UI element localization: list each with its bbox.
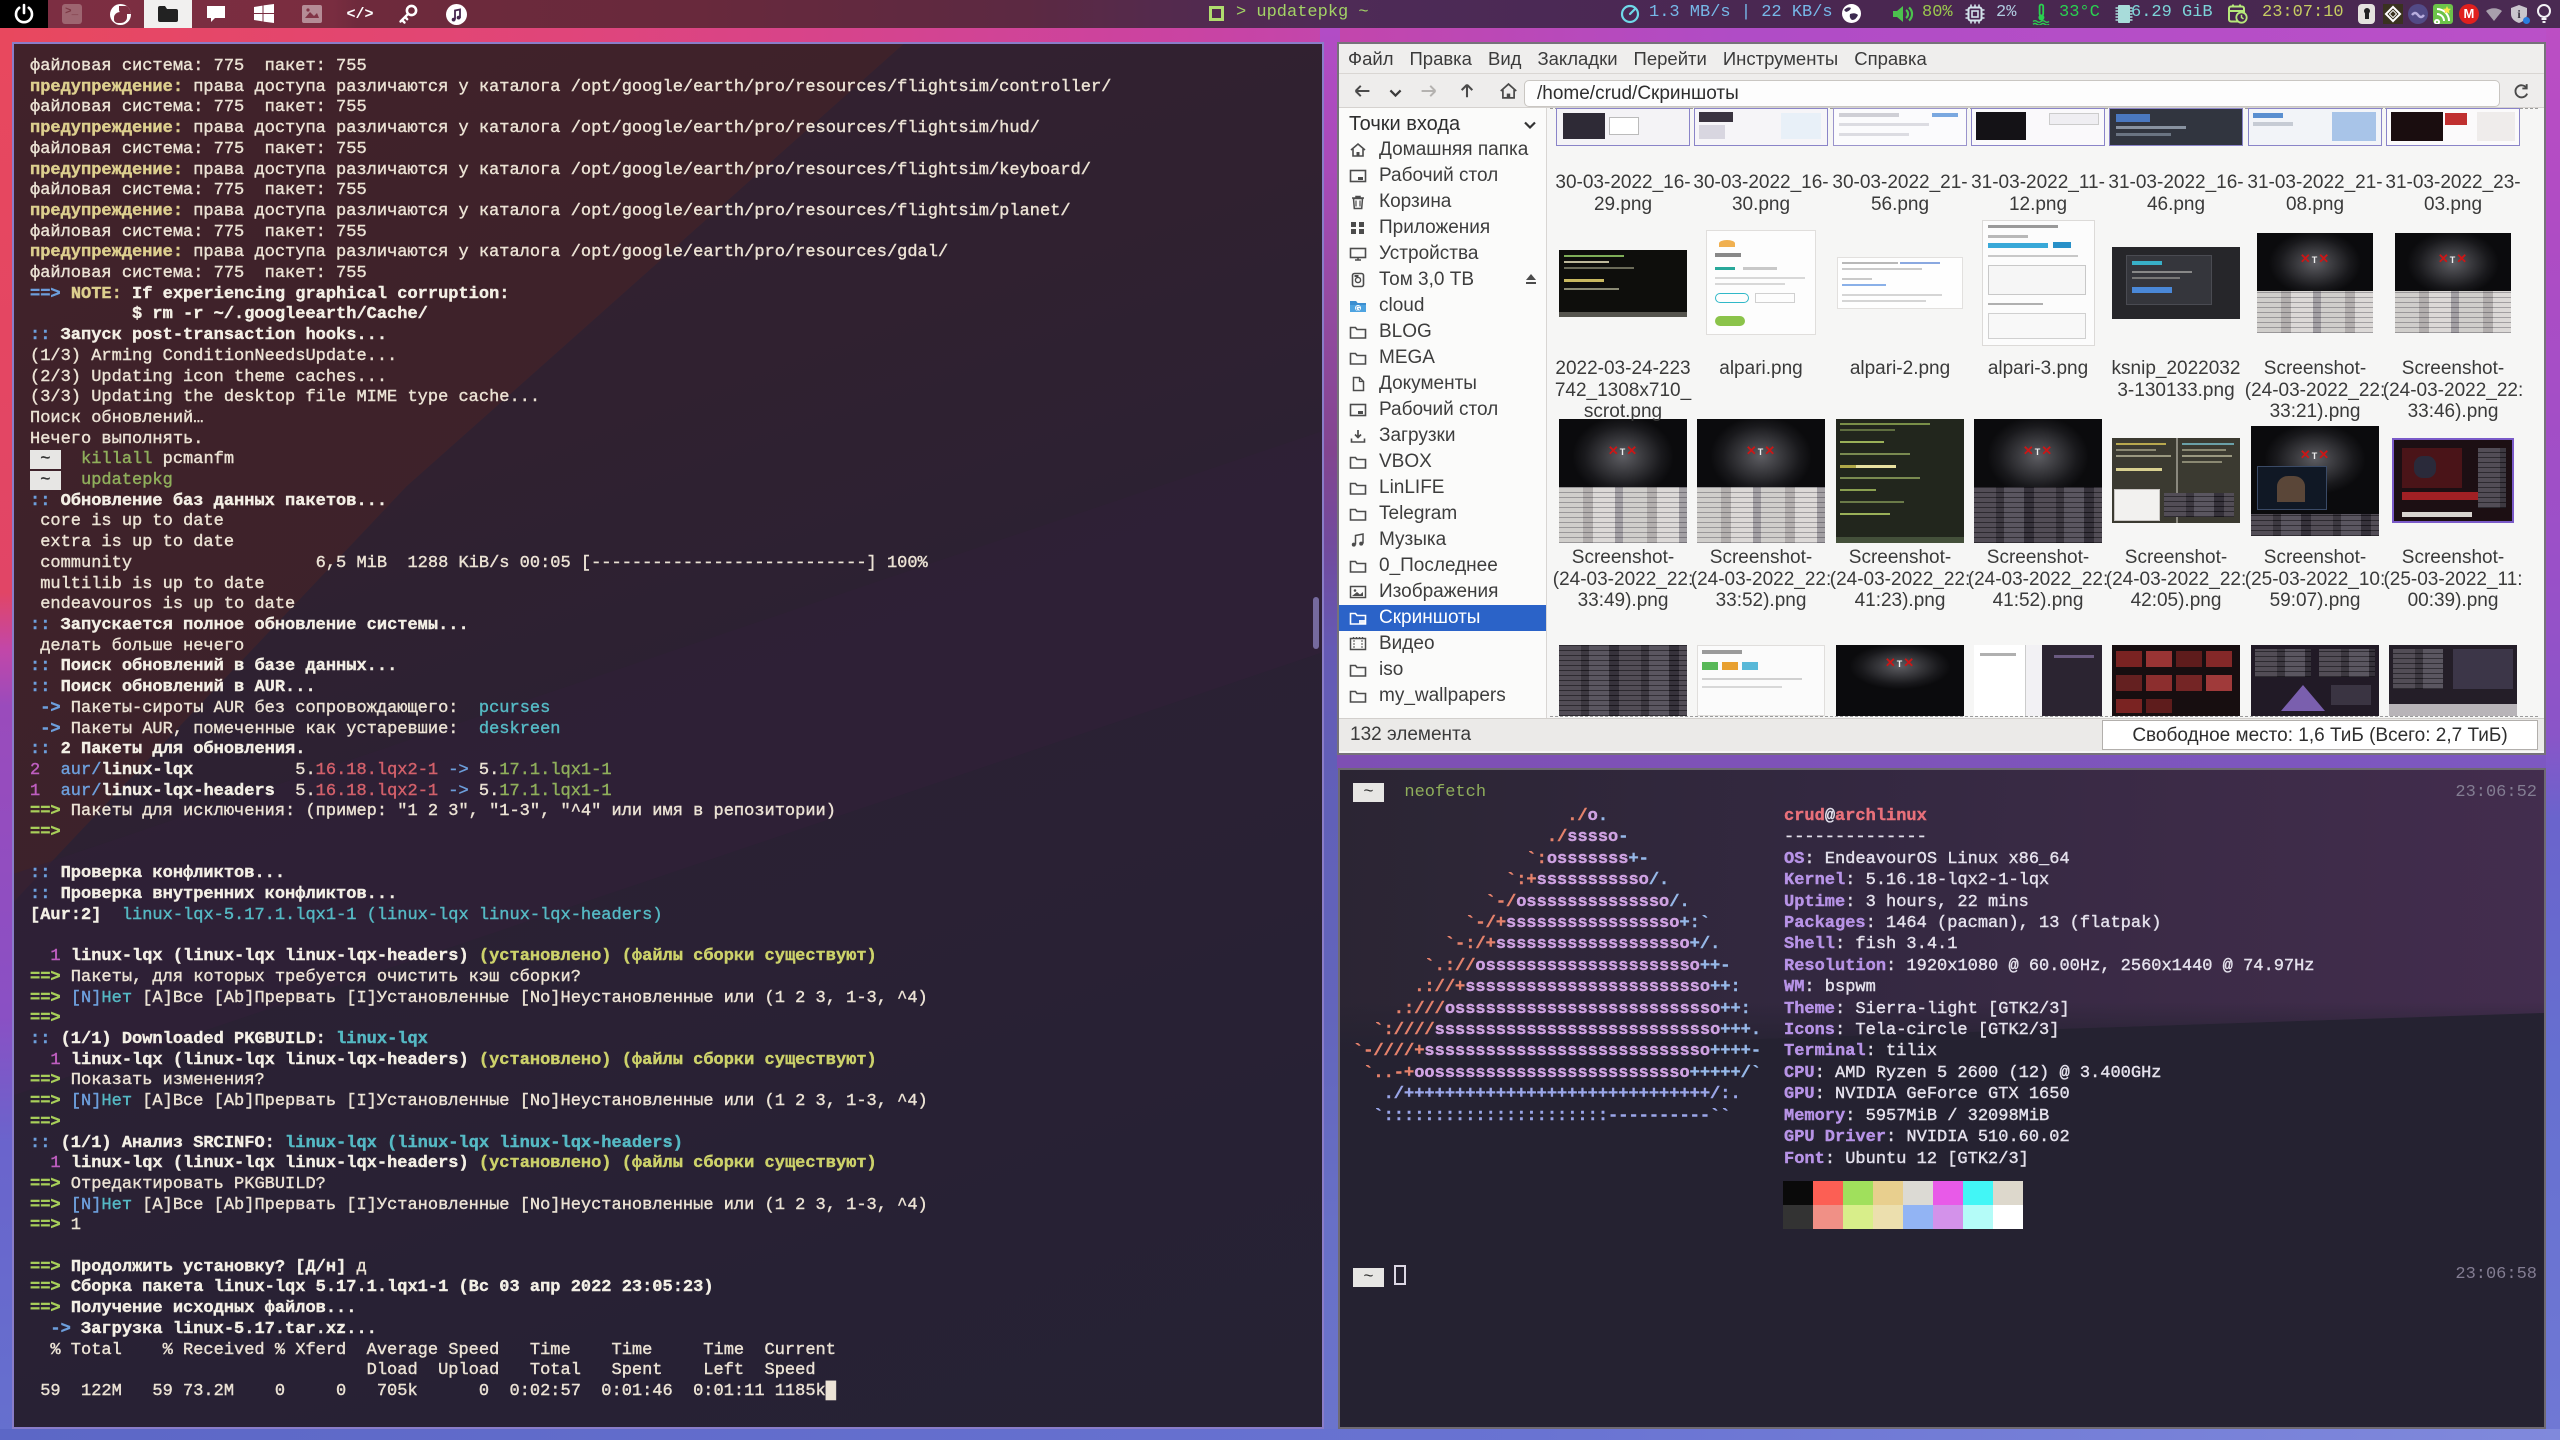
svg-text:G: G xyxy=(1356,306,1361,312)
